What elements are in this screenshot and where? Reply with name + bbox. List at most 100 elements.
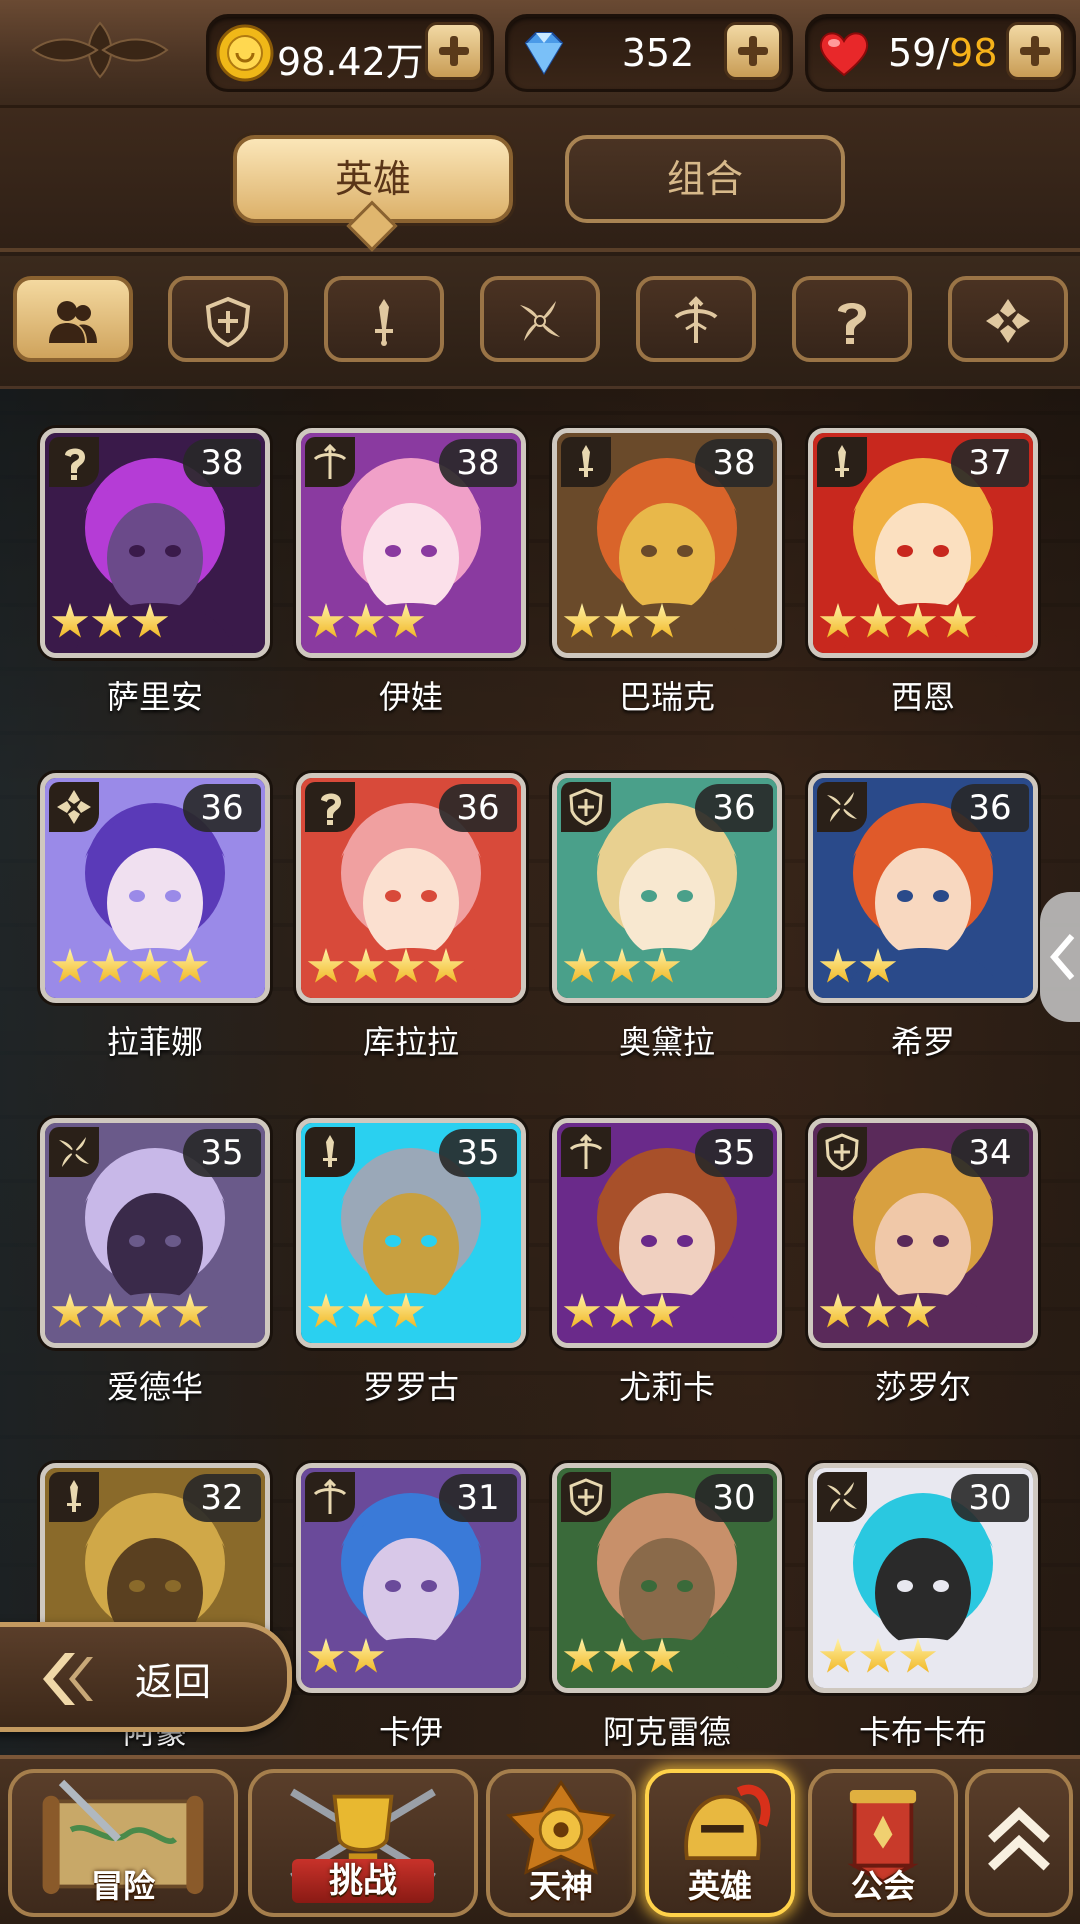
star-icon — [307, 1638, 345, 1673]
hero-card[interactable]: 35 爱德华 — [40, 1118, 270, 1408]
crossbow-icon — [674, 296, 718, 343]
add-gold-button[interactable] — [425, 22, 483, 80]
chevron-left-icon — [1050, 934, 1075, 980]
hero-portrait[interactable]: 38 — [552, 428, 782, 658]
hero-name: 西恩 — [890, 678, 955, 716]
star-icon — [563, 1293, 601, 1328]
hero-card[interactable]: 38 巴瑞克 — [552, 428, 782, 718]
nav-adventure[interactable]: 冒险 — [8, 1769, 238, 1917]
hero-portrait[interactable]: 37 — [808, 428, 1038, 658]
hero-level: 36 — [439, 784, 517, 832]
hero-class-badge — [49, 1127, 99, 1177]
hero-level: 38 — [439, 439, 517, 487]
sword-icon — [375, 299, 393, 346]
hero-star-rating — [51, 1293, 211, 1337]
hero-card[interactable]: 38 伊娃 — [296, 428, 526, 718]
filter-mage[interactable] — [792, 276, 912, 362]
star-icon — [563, 1638, 601, 1673]
nav-gods[interactable]: 天神 — [486, 1769, 636, 1917]
hero-portrait[interactable]: 36 — [808, 773, 1038, 1003]
star-icon — [643, 1638, 681, 1673]
hero-name: 卡伊 — [378, 1713, 443, 1751]
star-icon — [307, 1293, 345, 1328]
nav-challenge[interactable]: 挑战 — [248, 1769, 478, 1917]
hero-name: 萨里安 — [106, 678, 203, 716]
star-icon — [307, 603, 345, 638]
hero-portrait[interactable]: 30 — [552, 1463, 782, 1693]
hero-portrait[interactable]: 31 — [296, 1463, 526, 1693]
shield-icon — [825, 1133, 859, 1171]
star-icon — [603, 1638, 641, 1673]
hero-portrait[interactable]: 35 — [552, 1118, 782, 1348]
hero-name: 巴瑞克 — [618, 678, 715, 716]
add-gems-button[interactable] — [724, 22, 782, 80]
hero-card[interactable]: 37 西恩 — [808, 428, 1038, 718]
tab-bar: 英雄 组合 — [0, 108, 1080, 252]
gem-counter: 352 — [505, 14, 793, 92]
hero-card[interactable]: 36 希罗 — [808, 773, 1038, 1063]
hero-card[interactable]: 30 卡布卡布 — [808, 1463, 1038, 1753]
hero-card[interactable]: 35 尤莉卡 — [552, 1118, 782, 1408]
hero-portrait[interactable]: 36 — [296, 773, 526, 1003]
hero-card[interactable]: 35 罗罗古 — [296, 1118, 526, 1408]
filter-archer[interactable] — [636, 276, 756, 362]
crossbow-icon — [569, 1133, 603, 1169]
side-panel-toggle[interactable] — [1040, 892, 1080, 1022]
star-icon — [347, 603, 385, 638]
hero-star-rating — [563, 1293, 683, 1337]
hero-card[interactable]: 36 库拉拉 — [296, 773, 526, 1063]
mage-icon — [838, 303, 866, 344]
filter-support[interactable] — [948, 276, 1068, 362]
sword-icon — [67, 1480, 81, 1512]
hero-class-badge — [561, 1127, 611, 1177]
tab-combinations[interactable]: 组合 — [565, 135, 845, 223]
nav-gods-label: 天神 — [528, 1867, 593, 1905]
hero-card[interactable]: 34 莎罗尔 — [808, 1118, 1038, 1408]
hero-card[interactable]: 30 阿克雷德 — [552, 1463, 782, 1753]
star-icon — [563, 603, 601, 638]
star-icon — [859, 1293, 897, 1328]
filter-tank[interactable] — [168, 276, 288, 362]
hero-star-rating — [819, 603, 979, 647]
hero-level: 35 — [439, 1129, 517, 1177]
nav-guild-label: 公会 — [850, 1867, 915, 1905]
star-icon — [819, 1293, 857, 1328]
hero-portrait[interactable]: 36 — [552, 773, 782, 1003]
shield-icon — [569, 1478, 603, 1516]
hero-portrait[interactable]: 38 — [296, 428, 526, 658]
crossbow-icon — [313, 443, 347, 479]
star-icon — [91, 1293, 129, 1328]
hero-portrait[interactable]: 35 — [296, 1118, 526, 1348]
nav-guild[interactable]: 公会 — [808, 1769, 958, 1917]
star-icon — [387, 603, 425, 638]
nav-expand-button[interactable] — [965, 1769, 1073, 1917]
hero-portrait[interactable]: 34 — [808, 1118, 1038, 1348]
hero-level: 30 — [951, 1474, 1029, 1522]
cross-icon — [986, 299, 1030, 343]
star-icon — [563, 948, 601, 983]
hero-star-rating — [819, 1638, 939, 1682]
star-icon — [91, 603, 129, 638]
filter-assassin[interactable] — [480, 276, 600, 362]
star-icon — [131, 603, 169, 638]
hero-star-rating — [563, 948, 683, 992]
hero-card[interactable]: 36 奥黛拉 — [552, 773, 782, 1063]
back-button[interactable]: 返回 — [0, 1622, 292, 1732]
hero-portrait[interactable]: 30 — [808, 1463, 1038, 1693]
stamina-counter: 59/98 — [805, 14, 1076, 92]
shield-icon — [205, 296, 251, 347]
add-stamina-button[interactable] — [1006, 22, 1064, 80]
hero-name: 奥黛拉 — [618, 1023, 715, 1061]
filter-warrior[interactable] — [324, 276, 444, 362]
hero-portrait[interactable]: 36 — [40, 773, 270, 1003]
hero-card[interactable]: 36 拉菲娜 — [40, 773, 270, 1063]
nav-heroes[interactable]: 英雄 — [645, 1769, 795, 1917]
star-icon — [347, 1293, 385, 1328]
star-icon — [131, 948, 169, 983]
hero-portrait[interactable]: 38 — [40, 428, 270, 658]
hero-card[interactable]: 31 卡伊 — [296, 1463, 526, 1753]
cross-icon — [57, 790, 91, 824]
filter-all-heroes[interactable] — [13, 276, 133, 362]
hero-card[interactable]: 38 萨里安 — [40, 428, 270, 718]
hero-portrait[interactable]: 35 — [40, 1118, 270, 1348]
